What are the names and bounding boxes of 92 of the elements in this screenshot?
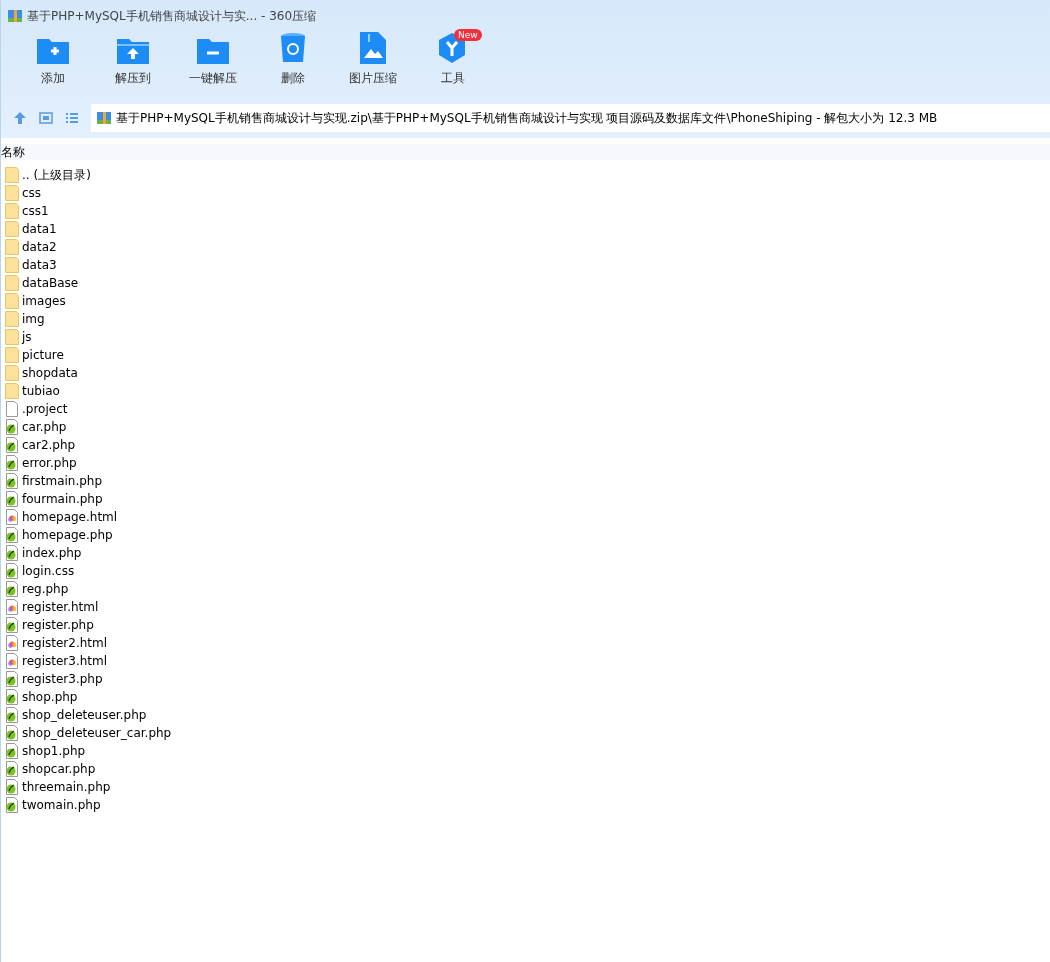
web-file-icon <box>5 635 19 651</box>
script-file-icon <box>5 725 19 741</box>
file-name[interactable]: data3 <box>22 258 57 272</box>
toolbar-button[interactable]: 解压到 <box>93 32 173 96</box>
script-file-icon <box>5 527 19 543</box>
folder-upload-icon <box>117 36 149 64</box>
folder-plus-icon <box>37 36 69 64</box>
toolbar-button[interactable]: 删除 <box>253 32 333 96</box>
file-name[interactable]: register.html <box>22 600 99 614</box>
script-file-icon <box>5 617 19 633</box>
folder-icon <box>5 239 19 255</box>
file-name[interactable]: homepage.html <box>22 510 118 524</box>
file-name[interactable]: data1 <box>22 222 57 236</box>
script-file-icon <box>5 455 19 471</box>
list-view-icon[interactable] <box>65 111 79 125</box>
file-name[interactable]: index.php <box>22 546 82 560</box>
toolbar-button[interactable]: 添加 <box>13 32 93 96</box>
file-name[interactable]: js <box>22 330 32 344</box>
script-file-icon <box>5 419 19 435</box>
toolbar-button[interactable]: 图片压缩 <box>333 32 413 96</box>
folder-icon <box>5 383 19 399</box>
folder-icon <box>5 347 19 363</box>
file-name[interactable]: shop1.php <box>22 744 86 758</box>
file-name[interactable]: shopdata <box>22 366 78 380</box>
folder-icon <box>5 185 19 201</box>
toolbar-button[interactable]: 一键解压 <box>173 32 253 96</box>
script-file-icon <box>5 761 19 777</box>
up-arrow-icon[interactable] <box>13 111 27 125</box>
script-file-icon <box>5 473 19 489</box>
window-title: 基于PHP+MySQL手机销售商城设计与实... - 360压缩 <box>27 7 317 25</box>
file-name[interactable]: dataBase <box>22 276 79 290</box>
script-file-icon <box>5 581 19 597</box>
toolbar-button[interactable]: New 工具 <box>413 32 493 96</box>
file-name[interactable]: car2.php <box>22 438 76 452</box>
folder-icon <box>5 221 19 237</box>
script-file-icon <box>5 563 19 579</box>
script-file-icon <box>5 797 19 813</box>
script-file-icon <box>5 779 19 795</box>
file-name[interactable]: css1 <box>22 204 49 218</box>
new-badge: New <box>454 29 482 41</box>
folder-icon <box>5 275 19 291</box>
file-name[interactable]: shop.php <box>22 690 78 704</box>
file-name[interactable]: register.php <box>22 618 94 632</box>
file-name[interactable]: homepage.php <box>22 528 113 542</box>
file-name[interactable]: shopcar.php <box>22 762 96 776</box>
image-file-icon <box>360 32 386 64</box>
address-bar[interactable]: 基于PHP+MySQL手机销售商城设计与实现.zip\基于PHP+MySQL手机销售商城设计与实现 项目源码及数据库文件\PhoneShiping - 解包大小为 12.3 MB <box>91 104 1050 132</box>
file-name[interactable]: images <box>22 294 66 308</box>
file-name[interactable]: picture <box>22 348 64 362</box>
file-name[interactable]: css <box>22 186 42 200</box>
script-file-icon <box>5 671 19 687</box>
file-name[interactable]: register3.php <box>22 672 103 686</box>
folder-icon <box>5 167 19 183</box>
file-name[interactable]: register3.html <box>22 654 108 668</box>
file-name[interactable]: .project <box>22 402 68 416</box>
file-name[interactable]: data2 <box>22 240 57 254</box>
folder-icon <box>5 257 19 273</box>
folder-icon <box>5 293 19 309</box>
folder-icon <box>5 365 19 381</box>
folder-icon <box>5 311 19 327</box>
file-name[interactable]: shop_deleteuser_car.php <box>22 726 172 740</box>
script-file-icon <box>5 689 19 705</box>
file-name[interactable]: img <box>22 312 45 326</box>
archive-icon <box>96 110 112 126</box>
file-icon <box>5 401 19 417</box>
script-file-icon <box>5 707 19 723</box>
folder-minus-icon <box>197 36 229 64</box>
script-file-icon <box>5 491 19 507</box>
script-file-icon <box>5 545 19 561</box>
file-name[interactable]: shop_deleteuser.php <box>22 708 147 722</box>
web-file-icon <box>5 599 19 615</box>
file-name[interactable]: .. (上级目录) <box>22 166 91 184</box>
file-name[interactable]: tubiao <box>22 384 60 398</box>
folder-icon <box>5 203 19 219</box>
file-name[interactable]: reg.php <box>22 582 69 596</box>
file-name[interactable]: fourmain.php <box>22 492 103 506</box>
file-name[interactable]: login.css <box>22 564 75 578</box>
folder-icon <box>5 329 19 345</box>
file-name[interactable]: error.php <box>22 456 77 470</box>
web-file-icon <box>5 509 19 525</box>
column-header[interactable]: 名称 <box>1 143 25 161</box>
script-file-icon <box>5 437 19 453</box>
web-file-icon <box>5 653 19 669</box>
script-file-icon <box>5 743 19 759</box>
file-name[interactable]: threemain.php <box>22 780 111 794</box>
archive-icon <box>7 8 23 24</box>
file-name[interactable]: register2.html <box>22 636 108 650</box>
file-name[interactable]: twomain.php <box>22 798 101 812</box>
file-name[interactable]: car.php <box>22 420 67 434</box>
recycle-bin-icon <box>280 32 306 64</box>
file-name[interactable]: firstmain.php <box>22 474 103 488</box>
thumbnail-view-icon[interactable] <box>39 111 53 125</box>
